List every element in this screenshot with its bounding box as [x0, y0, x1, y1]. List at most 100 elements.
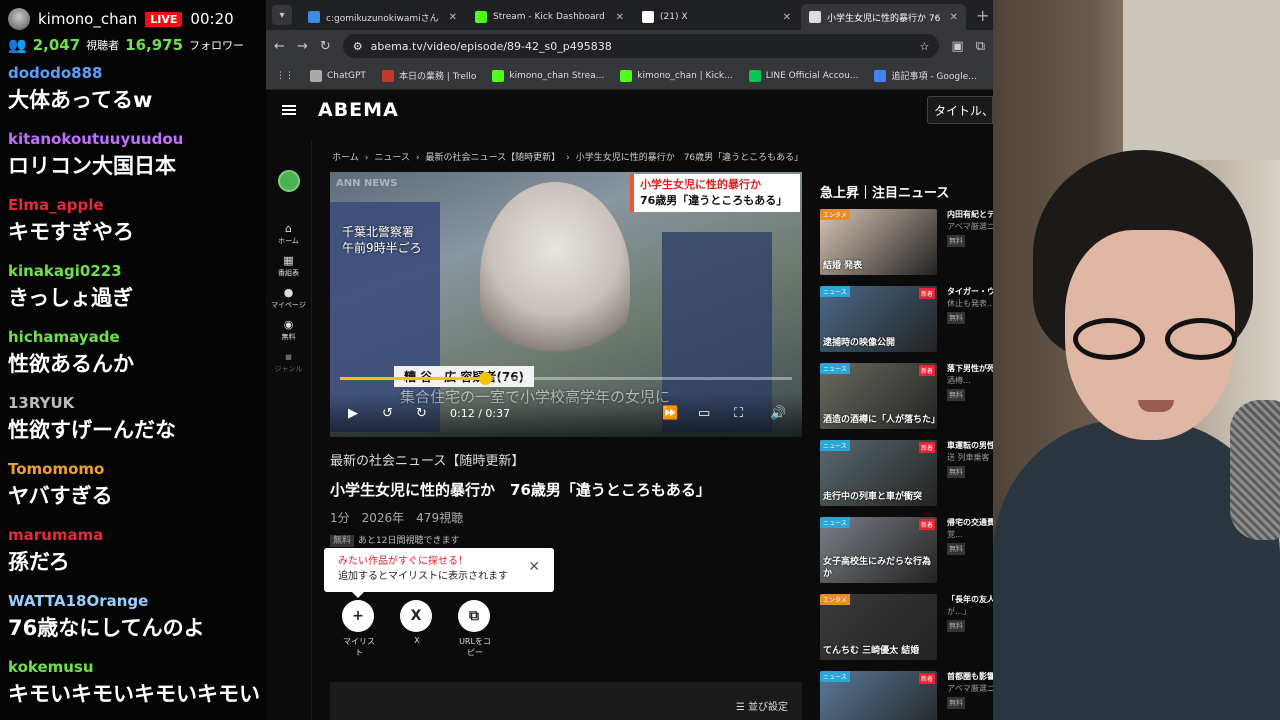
share-mylist-button[interactable]: + マイリスト	[342, 600, 376, 658]
rewind-10-icon[interactable]: ↺	[382, 406, 393, 421]
forward-icon[interactable]: →	[297, 39, 308, 54]
browser-tab[interactable]: (21) X ✕	[634, 4, 799, 30]
bookmark-favicon-icon	[492, 69, 505, 82]
news-card-sub: 覚...	[947, 530, 963, 539]
tab-close-icon[interactable]: ✕	[950, 12, 958, 23]
reload-icon[interactable]: ↻	[320, 39, 331, 54]
bookmark-item[interactable]: 本日の業務 | Trello	[381, 69, 476, 82]
free-badge: 無料	[330, 535, 355, 547]
free-badge: 無料	[947, 235, 965, 247]
chat-username[interactable]: kokemusu	[8, 656, 258, 678]
breadcrumb-item[interactable]: ニュース	[374, 153, 410, 163]
chat-username[interactable]: kitanokoutuuyuudou	[8, 128, 258, 150]
side-nav-item[interactable]: ● マイページ	[266, 286, 311, 310]
episode-category[interactable]: 最新の社会ニュース【随時更新】	[330, 450, 524, 469]
bookmark-star-icon[interactable]: ☆	[920, 40, 930, 53]
search-input[interactable]: タイトル、	[927, 96, 993, 124]
side-nav-item[interactable]: ▦ 番組表	[266, 254, 311, 278]
tab-search-button[interactable]: ▾	[272, 5, 292, 25]
news-card[interactable]: ニュース 新着 酒造の酒樽に「人が落ちた」 落下男性が死 酒樽... 無料	[820, 363, 993, 440]
chat-text: 76歳なにしてんのよ	[8, 616, 205, 640]
puzzle-icon[interactable]: ⧉	[976, 39, 985, 54]
channel-name: kimono_chan	[38, 10, 138, 28]
follower-label: フォロワー	[189, 39, 245, 52]
news-thumbnail[interactable]: エンタメ 結婚 発表	[820, 209, 937, 275]
chat-username[interactable]: kinakagi0223	[8, 260, 258, 282]
chat-username[interactable]: WATTA18Orange	[8, 590, 258, 612]
news-thumbnail[interactable]: ニュース新着富士山"噴火"	[820, 671, 937, 720]
volume-icon[interactable]: 🔊	[770, 406, 786, 421]
bookmark-item[interactable]: 追記事項 - Google...	[874, 69, 977, 82]
news-card[interactable]: エンタメ てんちむ 三崎優太 結婚 「長年の友人 が…」 無料	[820, 594, 993, 671]
news-card-sub: 送 列車乗客	[947, 453, 990, 462]
tab-close-icon[interactable]: ✕	[449, 12, 457, 23]
bookmark-item[interactable]: LINE Official Accou...	[748, 69, 858, 82]
chat-username[interactable]: marumama	[8, 524, 258, 546]
free-badge: 無料	[947, 466, 965, 478]
browser-tab[interactable]: c:gomikuzunokiwamiさん ✕	[300, 4, 465, 30]
seek-bar[interactable]	[340, 372, 792, 385]
profile-avatar[interactable]	[277, 170, 300, 192]
chat-username[interactable]: Elma_apple	[8, 194, 258, 216]
chat-text: ヤバすぎる	[8, 484, 113, 508]
new-tab-button[interactable]: +	[976, 6, 989, 25]
news-card-title: 首都圏も影響	[947, 672, 993, 681]
forward-10-icon[interactable]: ↻	[416, 406, 427, 421]
breadcrumb-item[interactable]: 最新の社会ニュース【随時更新】	[426, 153, 561, 163]
side-nav-label: 番組表	[278, 269, 299, 277]
fullscreen-icon[interactable]: ⛶	[734, 406, 743, 421]
breadcrumb-item[interactable]: ホーム	[332, 153, 359, 163]
back-icon[interactable]: ←	[274, 39, 285, 54]
tab-favicon-icon	[475, 11, 487, 23]
speed-icon[interactable]: ⏩	[662, 406, 678, 421]
news-card[interactable]: ニュース 新着 走行中の列車と車が衝突 車運転の男性送 列車乗客 無料	[820, 440, 993, 517]
sort-button[interactable]: ☰ 並び設定	[736, 698, 788, 713]
bookmark-favicon-icon	[381, 69, 394, 82]
news-thumbnail[interactable]: ニュース 新着 女子高校生にみだらな行為か	[820, 517, 937, 583]
address-toolbar: ← → ↻ ⚙ abema.tv/video/episode/89-42_s0_…	[266, 30, 993, 62]
player-controls: ▶ ↺ ↻ 0:12 / 0:37 ⏩ ▭ ⛶ 🔊	[330, 372, 802, 437]
side-nav-item[interactable]: ▪ ジャンル	[266, 350, 311, 374]
side-nav-item[interactable]: ⌂ ホーム	[266, 222, 311, 246]
news-thumbnail[interactable]: エンタメ てんちむ 三崎優太 結婚	[820, 594, 937, 660]
address-bar[interactable]: ⚙ abema.tv/video/episode/89-42_s0_p49583…	[342, 34, 940, 58]
browser-tab[interactable]: 小学生女児に性的暴行か 76 ✕	[801, 4, 966, 30]
live-badge: LIVE	[145, 11, 183, 27]
menu-icon[interactable]	[282, 105, 296, 115]
share-copy-url-button[interactable]: ⧉ URLをコピー	[458, 600, 492, 658]
news-thumbnail[interactable]: ニュース 新着 走行中の列車と車が衝突	[820, 440, 937, 506]
news-card-info: 「長年の友人 が…」 無料	[947, 594, 993, 671]
news-card[interactable]: ニュース 新着 女子高校生にみだらな行為か 帰宅の交通費 覚... 無料	[820, 517, 993, 594]
new-badge: 新着	[918, 519, 935, 530]
share-x-button[interactable]: XX	[400, 600, 434, 658]
news-card[interactable]: ニュース 新着 逮捕時の映像公開 タイガー・ウ 休止も発表... 無料	[820, 286, 993, 363]
chat-username[interactable]: hichamayade	[8, 326, 258, 348]
close-icon[interactable]: ✕	[528, 560, 540, 575]
tab-close-icon[interactable]: ✕	[783, 12, 791, 23]
extension-icon[interactable]: ▣	[951, 39, 963, 54]
apps-icon[interactable]: ⋮⋮	[276, 71, 294, 81]
news-thumbnail[interactable]: ニュース 新着 酒造の酒樽に「人が落ちた」	[820, 363, 937, 429]
news-thumbnail[interactable]: ニュース 新着 逮捕時の映像公開	[820, 286, 937, 352]
tab-title: Stream - Kick Dashboard	[493, 12, 605, 22]
video-player[interactable]: ANN NEWS 小学生女児に性的暴行か 76歳男「違うところもある」 千葉北警…	[330, 172, 802, 437]
news-card[interactable]: エンタメ 結婚 発表 内田有紀とテ アベマ厳選ニ 無料	[820, 209, 993, 286]
channel-avatar	[8, 8, 30, 30]
side-nav-item[interactable]: ◉ 無料	[266, 318, 311, 342]
breadcrumb-item[interactable]: 小学生女児に性的暴行か 76歳男「違うところもある」	[576, 153, 803, 163]
chat-username[interactable]: dododo888	[8, 62, 258, 84]
chat-username[interactable]: 13RYUK	[8, 392, 258, 414]
seek-handle[interactable]	[478, 372, 492, 385]
tab-close-icon[interactable]: ✕	[616, 12, 624, 23]
theater-mode-icon[interactable]: ▭	[698, 406, 710, 421]
chat-message: Elma_apple キモすぎやろ	[0, 194, 266, 260]
play-icon[interactable]: ▶	[348, 406, 358, 421]
bookmark-item[interactable]: kimono_chan | Kick...	[620, 69, 733, 82]
bookmark-item[interactable]: ChatGPT	[310, 69, 366, 82]
browser-tab[interactable]: Stream - Kick Dashboard ✕	[467, 4, 632, 30]
bookmark-item[interactable]: kimono_chan Strea...	[492, 69, 604, 82]
abema-logo[interactable]: ABEMA	[318, 99, 399, 121]
chat-username[interactable]: Tomomomo	[8, 458, 258, 480]
site-info-icon[interactable]: ⚙	[353, 40, 363, 53]
news-card[interactable]: ニュース新着富士山"噴火"首都圏も影響アベマ厳選ニ無料	[820, 671, 993, 720]
